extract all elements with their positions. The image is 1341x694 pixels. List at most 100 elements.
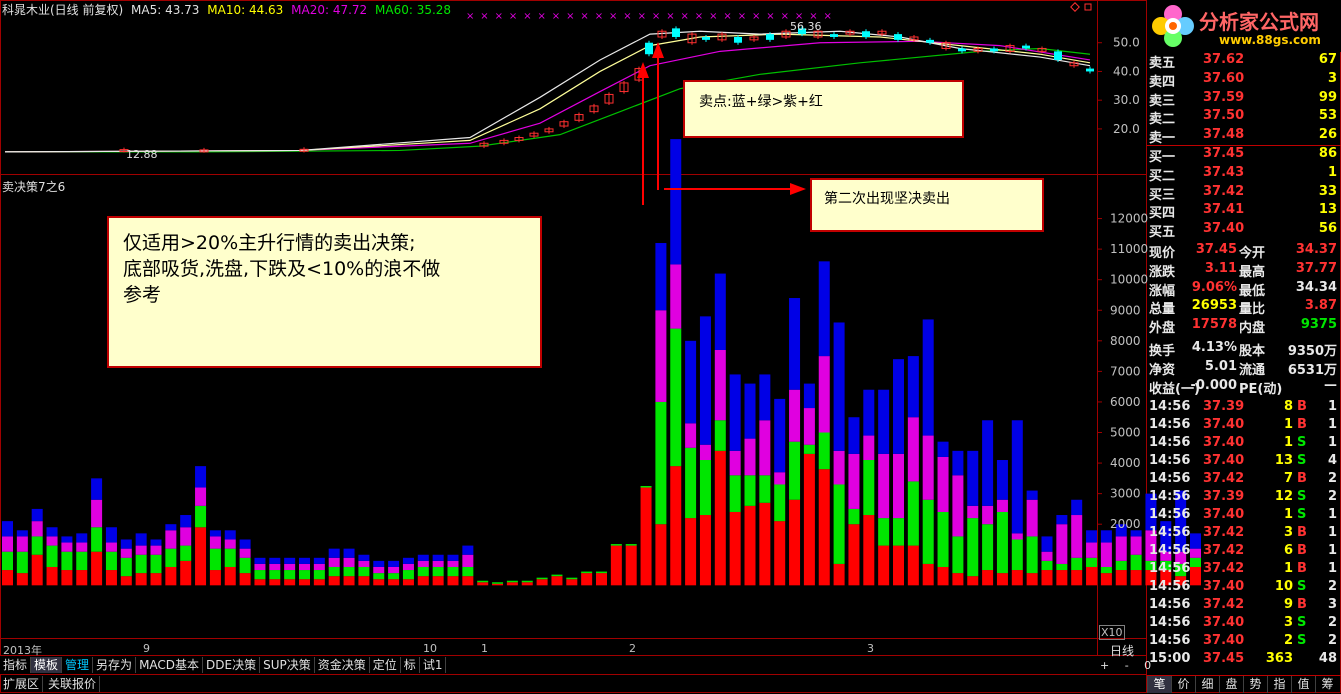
tick-side: S bbox=[1297, 453, 1307, 468]
volume-bar-蓝 bbox=[135, 533, 147, 546]
volume-bar-绿 bbox=[1026, 536, 1038, 574]
volume-bar-紫 bbox=[922, 435, 934, 500]
volume-bar-蓝 bbox=[432, 554, 444, 561]
tab-test[interactable]: 试1 bbox=[420, 657, 447, 673]
volume-bar-绿 bbox=[76, 551, 88, 571]
period-label[interactable]: 日线 bbox=[1110, 642, 1134, 659]
quote-label: 量比 bbox=[1239, 302, 1266, 318]
volume-bar-红 bbox=[625, 545, 637, 586]
tab-shi[interactable]: 势 bbox=[1243, 676, 1267, 693]
order-volume: 99 bbox=[1318, 89, 1337, 105]
tab-pan[interactable]: 盘 bbox=[1219, 676, 1243, 693]
x-label-feb: 2 bbox=[629, 642, 636, 655]
volume-bar-紫 bbox=[373, 566, 385, 574]
tick-count: 2 bbox=[1327, 579, 1337, 594]
volume-bar-红 bbox=[1026, 573, 1038, 586]
tick-side: B bbox=[1297, 417, 1307, 432]
tick-price: 37.42 bbox=[1203, 471, 1245, 486]
order-book-row: 买一 37.45 86 bbox=[1147, 146, 1341, 165]
tab-extension[interactable]: 扩展区 bbox=[0, 676, 44, 692]
second-sell-text: 第二次出现坚决卖出 bbox=[824, 191, 950, 207]
order-label: 买三 bbox=[1149, 187, 1176, 203]
tab-bi[interactable]: 笔 bbox=[1147, 676, 1171, 693]
tab-zhi2[interactable]: 值 bbox=[1291, 676, 1315, 693]
tab-sup[interactable]: SUP决策 bbox=[260, 657, 315, 673]
volume-bar-蓝 bbox=[714, 273, 726, 350]
volume-bar-蓝 bbox=[462, 545, 474, 555]
volume-bar-蓝 bbox=[16, 530, 28, 537]
volume-bar-绿 bbox=[1086, 557, 1098, 567]
tab-save-as[interactable]: 另存为 bbox=[93, 657, 137, 673]
volume-bar-红 bbox=[878, 545, 890, 586]
volume-bar-红 bbox=[209, 570, 221, 586]
tab-indicator[interactable]: 指标 bbox=[0, 657, 32, 673]
tab-chou[interactable]: 筹 bbox=[1315, 676, 1339, 693]
volume-bar-紫 bbox=[996, 499, 1008, 512]
volume-bar-紫 bbox=[1071, 515, 1083, 558]
sell-signal-marker: × bbox=[709, 11, 717, 22]
tick-row: 14:56 37.40 1 S 1 bbox=[1147, 435, 1341, 453]
tab-locate[interactable]: 定位 bbox=[370, 657, 401, 673]
fund-row: 收益(一) -0.000 PE(动) — bbox=[1147, 378, 1341, 397]
tick-time: 14:56 bbox=[1149, 597, 1191, 612]
volume-bar-蓝 bbox=[670, 139, 682, 265]
volume-bar-红 bbox=[833, 563, 845, 586]
volume-bar-蓝 bbox=[120, 539, 132, 549]
tick-time: 14:56 bbox=[1149, 453, 1191, 468]
logo-area: 分析家公式网 www.88gs.com bbox=[1147, 0, 1341, 52]
tick-side: B bbox=[1297, 561, 1307, 576]
tab-jia[interactable]: 价 bbox=[1171, 676, 1195, 693]
quote-label: 现价 bbox=[1149, 246, 1176, 261]
volume-bar-紫 bbox=[269, 563, 281, 571]
quote-row: 涨幅 9.06% 最低 34.34 bbox=[1147, 280, 1341, 299]
tab-template[interactable]: 模板 bbox=[31, 657, 63, 673]
volume-bar-蓝 bbox=[907, 356, 919, 418]
volume-bar-绿 bbox=[878, 518, 890, 546]
quote-value: 34.37 bbox=[1295, 242, 1337, 257]
volume-bar-紫 bbox=[1041, 551, 1053, 561]
volume-bar-绿 bbox=[625, 544, 637, 546]
volume-bar-红 bbox=[581, 573, 593, 586]
tab-macd[interactable]: MACD基本 bbox=[136, 657, 204, 673]
tick-time: 14:56 bbox=[1149, 615, 1191, 630]
tick-time: 14:56 bbox=[1149, 633, 1191, 648]
volume-bar-红 bbox=[135, 573, 147, 586]
volume-bar-紫 bbox=[1056, 524, 1068, 564]
tab-fund[interactable]: 资金决策 bbox=[315, 657, 370, 673]
volume-bar-绿 bbox=[551, 574, 563, 577]
tick-row: 14:56 37.39 8 B 1 bbox=[1147, 399, 1341, 417]
note-annotation: 仅适用>20%主升行情的卖出决策; 底部吸货,洗盘,下跌及<10%的浪不做 参考 bbox=[107, 216, 542, 368]
volume-bar-红 bbox=[1115, 570, 1127, 586]
volume-bar-绿 bbox=[150, 554, 162, 574]
tick-row: 14:56 37.40 10 S 2 bbox=[1147, 579, 1341, 597]
volume-bar-绿 bbox=[284, 570, 296, 580]
logo-url: www.88gs.com bbox=[1219, 33, 1321, 47]
tab-manage[interactable]: 管理 bbox=[62, 657, 94, 673]
volume-bar-紫 bbox=[878, 453, 890, 519]
price-tick-label: 30.0 bbox=[1113, 93, 1140, 107]
stock-title: 科晁木业(日线 前复权) bbox=[2, 3, 124, 17]
volume-bar-绿 bbox=[462, 566, 474, 577]
sell-signal-marker: × bbox=[638, 11, 646, 22]
logo-name: 分析家公式网 bbox=[1199, 10, 1319, 34]
tab-dde[interactable]: DDE决策 bbox=[203, 657, 261, 673]
tab-xi[interactable]: 细 bbox=[1195, 676, 1219, 693]
volume-bar-蓝 bbox=[328, 548, 340, 558]
order-label: 卖二 bbox=[1149, 112, 1176, 128]
volume-bar-紫 bbox=[120, 548, 132, 558]
volume-bar-紫 bbox=[224, 539, 236, 549]
volume-bar-红 bbox=[402, 579, 414, 586]
tab-zhi[interactable]: 指 bbox=[1267, 676, 1291, 693]
volume-bar-红 bbox=[922, 563, 934, 586]
volume-bar-绿 bbox=[996, 511, 1008, 574]
order-volume: 3 bbox=[1327, 70, 1337, 86]
quote-row: 外盘 17578 内盘 9375 bbox=[1147, 317, 1341, 336]
volume-bar-红 bbox=[224, 566, 236, 586]
zoom-indicator[interactable]: X10 bbox=[1099, 625, 1125, 640]
tick-price: 37.40 bbox=[1203, 633, 1245, 648]
tick-side: S bbox=[1297, 489, 1307, 504]
volume-bar-紫 bbox=[343, 557, 355, 567]
order-label: 买一 bbox=[1149, 150, 1176, 165]
tab-mark[interactable]: 标 bbox=[401, 657, 420, 673]
tab-related-quote[interactable]: 关联报价 bbox=[45, 676, 101, 692]
